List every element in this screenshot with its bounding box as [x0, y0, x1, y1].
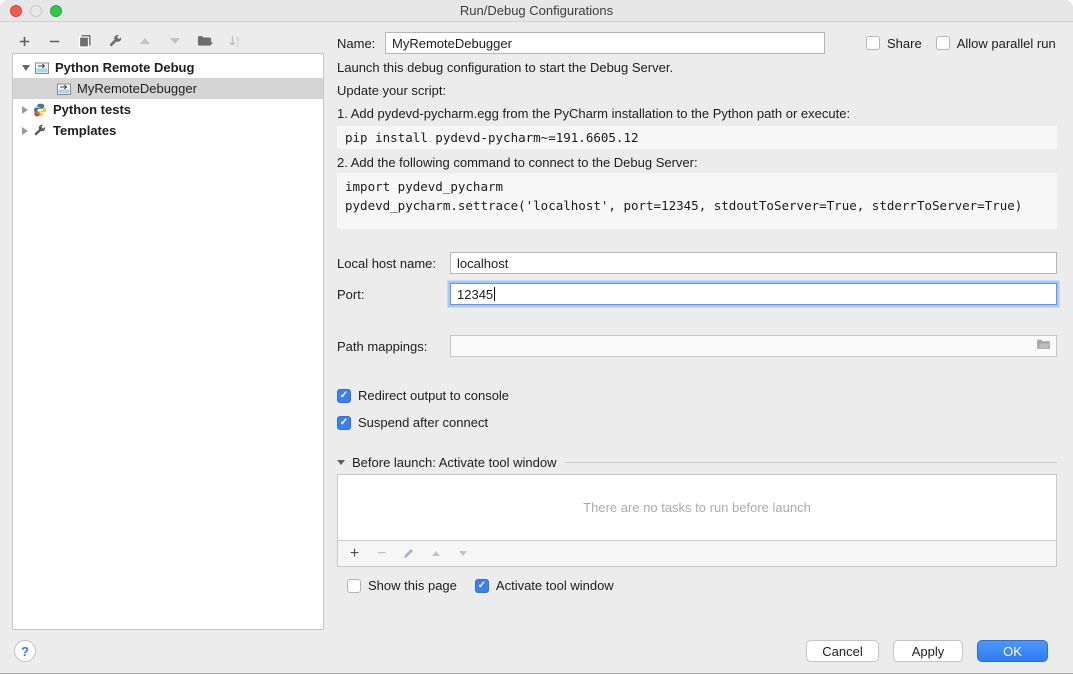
help-button[interactable]: ? [14, 640, 36, 662]
local-host-input[interactable] [450, 252, 1057, 274]
before-launch-header[interactable]: Before launch: Activate tool window [337, 455, 1057, 470]
configurations-tree: Python Remote Debug MyRemoteDebugger Pyt… [12, 53, 324, 630]
checkbox-checked[interactable]: ✓ [475, 579, 489, 593]
path-mappings-input[interactable] [450, 335, 1057, 357]
run-configuration-icon [57, 82, 72, 96]
name-row: Name: Share Allow parallel run [337, 32, 1057, 54]
code-line-import: import pydevd_pycharm [345, 177, 1049, 196]
checkbox-unchecked[interactable] [866, 36, 880, 50]
local-host-row: Local host name: [337, 252, 1057, 274]
templates-wrench-icon [33, 124, 48, 138]
checkbox-checked[interactable]: ✓ [337, 416, 351, 430]
show-this-page-checkbox[interactable]: Show this page [347, 578, 457, 593]
run-configuration-icon [35, 61, 50, 75]
tree-item-label: Templates [53, 123, 116, 138]
before-launch-task-list[interactable]: There are no tasks to run before launch [337, 474, 1057, 541]
redirect-output-label: Redirect output to console [358, 388, 509, 403]
remove-task-icon: − [374, 546, 389, 561]
configurations-toolbar: az [16, 31, 243, 51]
checkbox-checked[interactable]: ✓ [337, 389, 351, 403]
tree-item-label: Python tests [53, 102, 131, 117]
name-label: Name: [337, 36, 385, 51]
allow-parallel-run-label: Allow parallel run [957, 36, 1056, 51]
port-label: Port: [337, 287, 450, 302]
path-mappings-label: Path mappings: [337, 339, 450, 354]
move-up-icon [136, 33, 153, 50]
tree-item-python-tests[interactable]: Python tests [13, 99, 323, 120]
tree-item-templates[interactable]: Templates [13, 120, 323, 141]
allow-parallel-run-checkbox[interactable]: Allow parallel run [936, 36, 1056, 51]
tree-item-python-remote-debug[interactable]: Python Remote Debug [13, 57, 323, 78]
sort-alphabetically-icon: az [226, 33, 243, 50]
description-line-2: Update your script: [337, 83, 446, 98]
local-host-label: Local host name: [337, 256, 450, 271]
add-task-icon[interactable]: + [347, 546, 362, 561]
port-value: 12345 [457, 287, 493, 302]
svg-text:z: z [236, 42, 239, 48]
description-line-1: Launch this debug configuration to start… [337, 60, 673, 75]
edit-defaults-icon[interactable] [106, 33, 123, 50]
page-options-row: Show this page ✓ Activate tool window [347, 578, 614, 593]
suspend-after-connect-checkbox[interactable]: ✓ Suspend after connect [337, 415, 488, 430]
before-launch-title: Before launch: Activate tool window [352, 455, 557, 470]
section-collapse-icon[interactable] [337, 460, 345, 465]
new-folder-icon[interactable] [196, 33, 213, 50]
tree-item-myremotedebugger[interactable]: MyRemoteDebugger [13, 78, 323, 99]
show-this-page-label: Show this page [368, 578, 457, 593]
port-input[interactable]: 12345 [450, 283, 1057, 305]
dialog-buttons: Cancel Apply OK [806, 640, 1048, 662]
activate-tool-window-label: Activate tool window [496, 578, 614, 593]
python-tests-icon [33, 103, 48, 117]
configuration-editor: Name: Share Allow parallel run Launch th… [337, 0, 1057, 632]
checkbox-unchecked[interactable] [936, 36, 950, 50]
add-configuration-icon[interactable] [16, 33, 33, 50]
pip-install-code-block: pip install pydevd-pycharm~=191.6605.12 [337, 126, 1057, 149]
move-task-down-icon [455, 546, 470, 561]
copy-configuration-icon[interactable] [76, 33, 93, 50]
code-line-settrace: pydevd_pycharm.settrace('localhost', por… [345, 196, 1049, 215]
checkbox-unchecked[interactable] [347, 579, 361, 593]
settrace-code-block: import pydevd_pycharm pydevd_pycharm.set… [337, 173, 1057, 229]
ok-button[interactable]: OK [977, 640, 1048, 662]
expanded-twirl-icon[interactable] [22, 65, 30, 71]
collapsed-twirl-icon[interactable] [22, 106, 28, 114]
cancel-button[interactable]: Cancel [806, 640, 879, 662]
step-1-text: 1. Add pydevd-pycharm.egg from the PyCha… [337, 106, 850, 121]
activate-tool-window-checkbox[interactable]: ✓ Activate tool window [475, 578, 614, 593]
remove-configuration-icon[interactable] [46, 33, 63, 50]
empty-tasks-text: There are no tasks to run before launch [583, 500, 811, 515]
section-divider [565, 462, 1057, 463]
step-2-text: 2. Add the following command to connect … [337, 155, 698, 170]
text-caret [494, 287, 495, 301]
tree-item-label: Python Remote Debug [55, 60, 194, 75]
collapsed-twirl-icon[interactable] [22, 127, 28, 135]
browse-folder-icon[interactable] [1036, 338, 1052, 354]
apply-button[interactable]: Apply [893, 640, 963, 662]
run-debug-configurations-dialog: Run/Debug Configurations az [0, 0, 1073, 674]
task-list-toolbar: + − [337, 541, 1057, 567]
port-row: Port: 12345 [337, 283, 1057, 305]
move-down-icon [166, 33, 183, 50]
share-label: Share [887, 36, 922, 51]
path-mappings-row: Path mappings: [337, 335, 1057, 357]
tree-item-label: MyRemoteDebugger [77, 81, 197, 96]
suspend-after-connect-label: Suspend after connect [358, 415, 488, 430]
edit-task-icon [401, 546, 416, 561]
move-task-up-icon [428, 546, 443, 561]
name-input[interactable] [385, 32, 825, 54]
redirect-output-checkbox[interactable]: ✓ Redirect output to console [337, 388, 509, 403]
share-checkbox[interactable]: Share [866, 36, 922, 51]
